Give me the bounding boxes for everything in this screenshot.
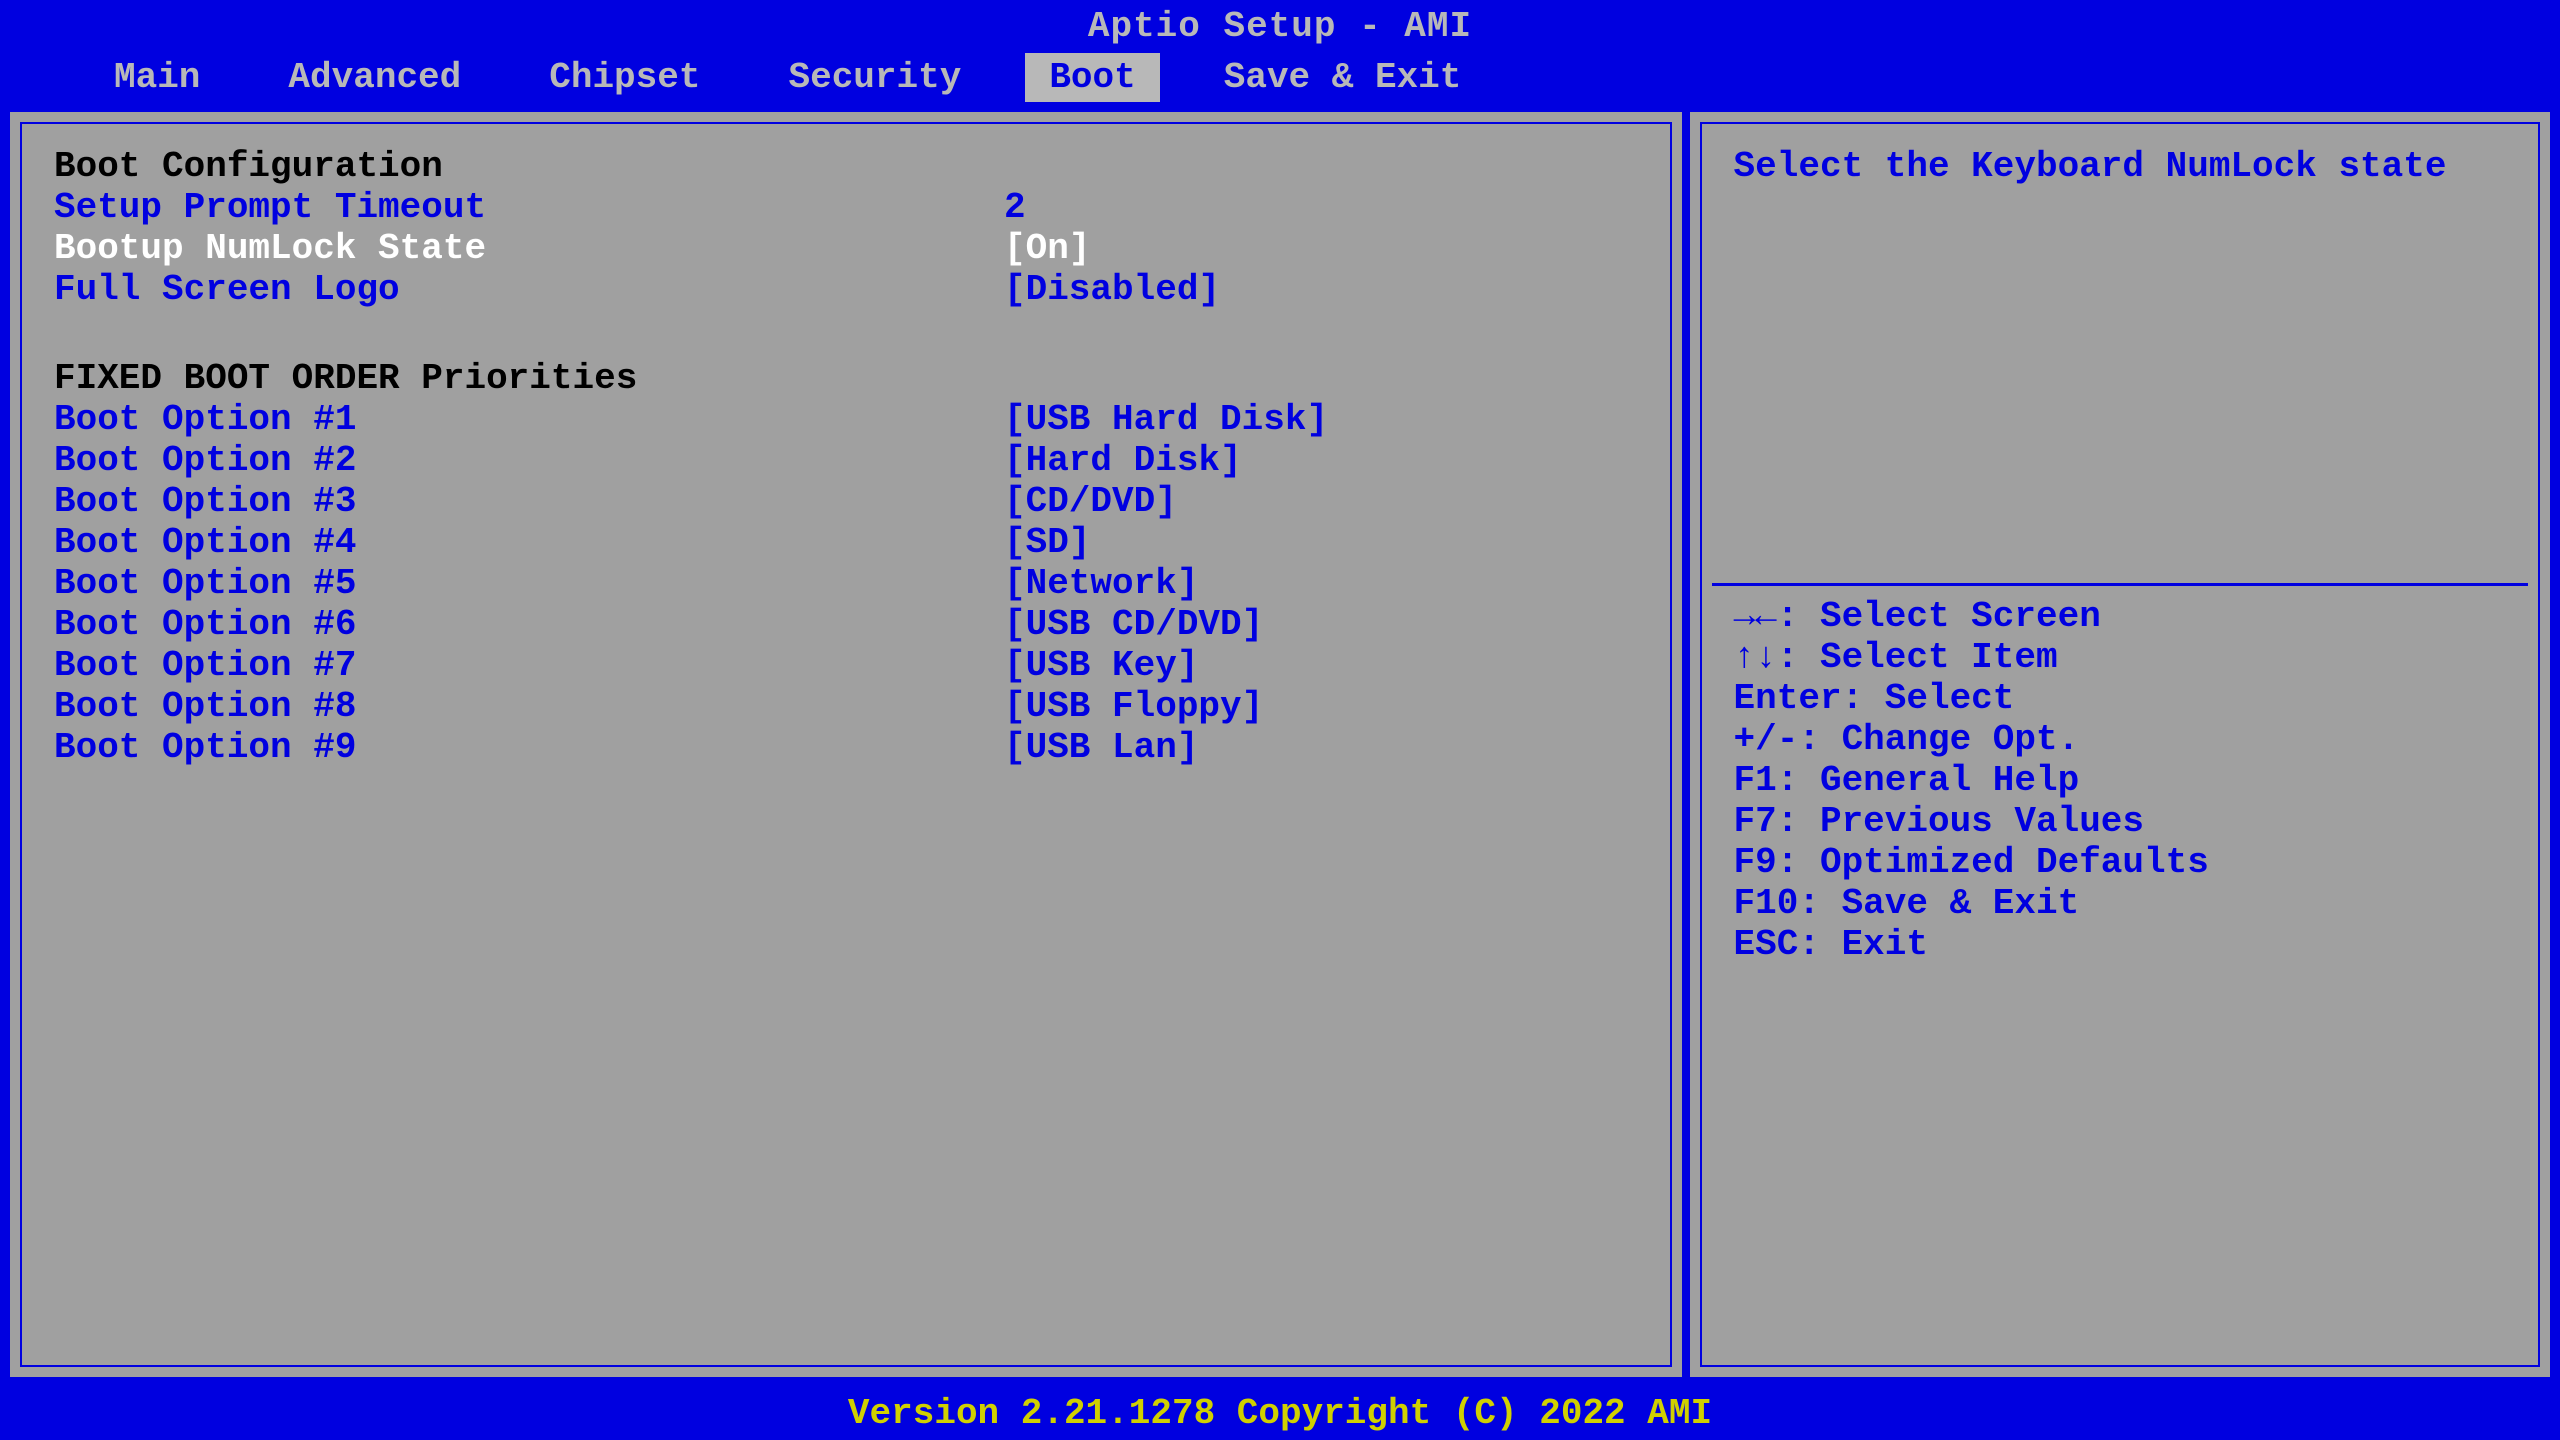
option-value: [Disabled] (1004, 269, 1220, 310)
option-label: Bootup NumLock State (54, 228, 1004, 269)
option-label: Boot Option #9 (54, 727, 1004, 768)
option-value: [Hard Disk] (1004, 440, 1242, 481)
section-boot-config-header: Boot Configuration (54, 146, 1638, 187)
key-change-opt: +/-: Change Opt. (1734, 719, 2506, 760)
option-full-screen-logo[interactable]: Full Screen Logo [Disabled] (54, 269, 1638, 310)
tab-chipset[interactable]: Chipset (525, 53, 724, 102)
tab-advanced[interactable]: Advanced (264, 53, 485, 102)
key-select: Enter: Select (1734, 678, 2506, 719)
option-label: Boot Option #8 (54, 686, 1004, 727)
bios-setup-screen: Aptio Setup - AMI Main Advanced Chipset … (0, 0, 2560, 1440)
help-panel: Select the Keyboard NumLock state →←: Se… (1690, 112, 2550, 1377)
option-value: 2 (1004, 187, 1026, 228)
option-value: [USB Floppy] (1004, 686, 1263, 727)
key-optimized-defaults: F9: Optimized Defaults (1734, 842, 2506, 883)
option-label: Boot Option #6 (54, 604, 1004, 645)
option-label: Boot Option #2 (54, 440, 1004, 481)
tab-security[interactable]: Security (764, 53, 985, 102)
option-boot-9[interactable]: Boot Option #9 [USB Lan] (54, 727, 1638, 768)
option-boot-5[interactable]: Boot Option #5 [Network] (54, 563, 1638, 604)
menu-bar: Main Advanced Chipset Security Boot Save… (0, 53, 2560, 102)
option-value: [CD/DVD] (1004, 481, 1177, 522)
tab-save-exit[interactable]: Save & Exit (1200, 53, 1486, 102)
help-key-legend: →←: Select Screen ↑↓: Select Item Enter:… (1734, 596, 2506, 965)
key-previous-values: F7: Previous Values (1734, 801, 2506, 842)
option-label: Full Screen Logo (54, 269, 1004, 310)
option-value: [USB Lan] (1004, 727, 1198, 768)
key-select-screen: →←: Select Screen (1734, 596, 2506, 637)
section-boot-order-header: FIXED BOOT ORDER Priorities (54, 358, 1638, 399)
option-value: [USB Key] (1004, 645, 1198, 686)
option-value: [SD] (1004, 522, 1090, 563)
option-label: Boot Option #1 (54, 399, 1004, 440)
title-bar: Aptio Setup - AMI (0, 0, 2560, 53)
key-select-item: ↑↓: Select Item (1734, 637, 2506, 678)
option-setup-prompt-timeout[interactable]: Setup Prompt Timeout 2 (54, 187, 1638, 228)
key-save-exit: F10: Save & Exit (1734, 883, 2506, 924)
help-description: Select the Keyboard NumLock state (1734, 146, 2506, 187)
option-label: Boot Option #5 (54, 563, 1004, 604)
option-label: Boot Option #3 (54, 481, 1004, 522)
main-content-area: Boot Configuration Setup Prompt Timeout … (0, 102, 2560, 1387)
option-label: Boot Option #7 (54, 645, 1004, 686)
option-boot-6[interactable]: Boot Option #6 [USB CD/DVD] (54, 604, 1638, 645)
option-boot-4[interactable]: Boot Option #4 [SD] (54, 522, 1638, 563)
option-boot-8[interactable]: Boot Option #8 [USB Floppy] (54, 686, 1638, 727)
option-boot-3[interactable]: Boot Option #3 [CD/DVD] (54, 481, 1638, 522)
tab-boot[interactable]: Boot (1025, 53, 1159, 102)
option-label: Setup Prompt Timeout (54, 187, 1004, 228)
footer-bar: Version 2.21.1278 Copyright (C) 2022 AMI (0, 1387, 2560, 1440)
help-divider (1712, 583, 2528, 586)
option-boot-2[interactable]: Boot Option #2 [Hard Disk] (54, 440, 1638, 481)
option-value: [Network] (1004, 563, 1198, 604)
option-boot-1[interactable]: Boot Option #1 [USB Hard Disk] (54, 399, 1638, 440)
option-value: [USB CD/DVD] (1004, 604, 1263, 645)
option-bootup-numlock-state[interactable]: Bootup NumLock State [On] (54, 228, 1638, 269)
key-esc-exit: ESC: Exit (1734, 924, 2506, 965)
option-value: [On] (1004, 228, 1090, 269)
option-boot-7[interactable]: Boot Option #7 [USB Key] (54, 645, 1638, 686)
option-label: Boot Option #4 (54, 522, 1004, 563)
option-value: [USB Hard Disk] (1004, 399, 1328, 440)
options-panel: Boot Configuration Setup Prompt Timeout … (10, 112, 1682, 1377)
key-general-help: F1: General Help (1734, 760, 2506, 801)
tab-main[interactable]: Main (90, 53, 224, 102)
